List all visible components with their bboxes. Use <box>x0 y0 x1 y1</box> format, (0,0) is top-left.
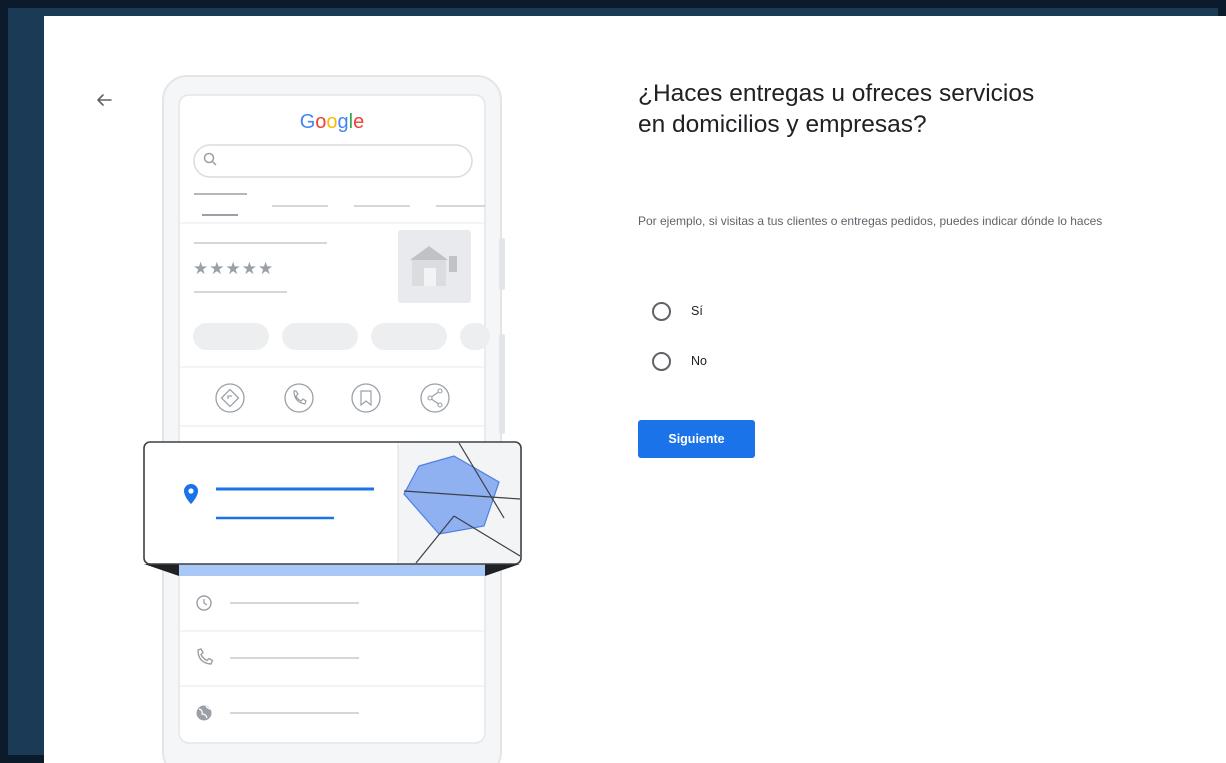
option-si-label: Sí <box>691 304 703 318</box>
radio-no[interactable] <box>652 351 671 371</box>
logo-letter: G <box>300 111 316 133</box>
question-description: Por ejemplo, si visitas a tus clientes o… <box>638 214 1103 228</box>
option-no[interactable]: No <box>652 348 707 374</box>
globe-icon <box>196 705 212 721</box>
page: Google ★★★★★ ¿Haces entregas u ofreces s… <box>44 16 1226 763</box>
business-profile-illustration: Google ★★★★★ <box>143 75 522 763</box>
service-area-map <box>398 443 520 563</box>
phone-screen <box>178 94 486 744</box>
google-logo: Google <box>300 111 365 133</box>
question-title: ¿Haces entregas u ofreces servicios en d… <box>638 80 1035 138</box>
option-si[interactable]: Sí <box>652 298 707 324</box>
logo-letter: e <box>353 111 364 133</box>
answer-options: Sí No <box>652 298 707 398</box>
logo-letter: o <box>326 111 337 133</box>
logo-letter: g <box>338 111 349 133</box>
option-no-label: No <box>691 354 707 368</box>
search-bar <box>193 144 473 178</box>
rating-stars: ★★★★★ <box>193 259 274 279</box>
logo-letter: o <box>315 111 326 133</box>
next-button[interactable]: Siguiente <box>638 420 755 458</box>
radio-si[interactable] <box>652 301 671 321</box>
